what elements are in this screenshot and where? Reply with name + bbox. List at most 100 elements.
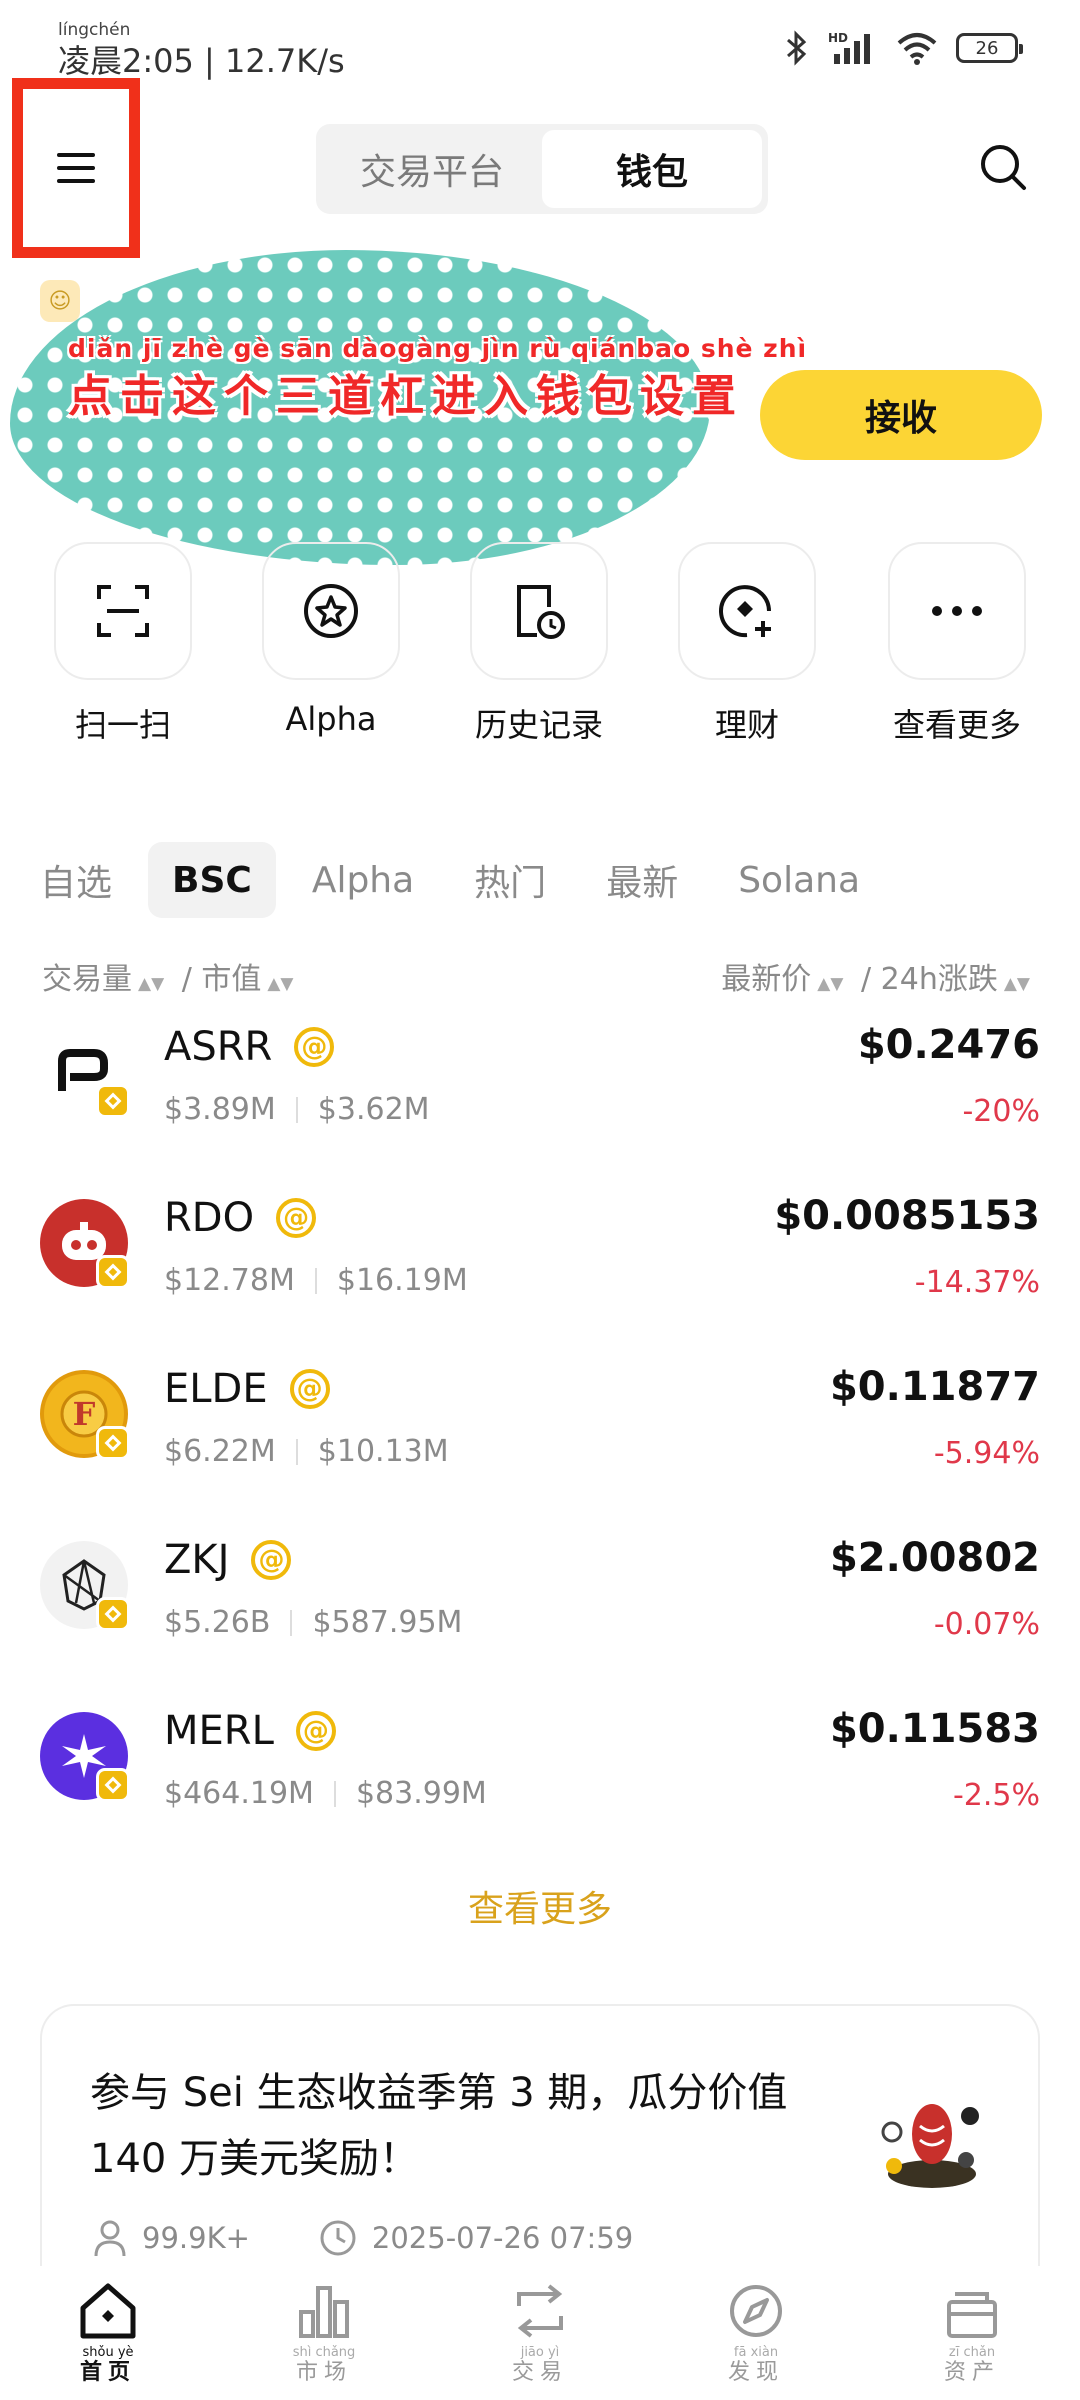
sort-left: 交易量 ▲▼ / 市值 ▲▼ bbox=[42, 954, 302, 998]
sort-change[interactable]: 24h涨跌 bbox=[881, 962, 998, 997]
sort-caret-icon[interactable]: ▲▼ bbox=[817, 974, 843, 994]
segment-wallet[interactable]: 钱包 bbox=[542, 130, 762, 208]
annotation-text: 点击这个三道杠进入钱包设置 bbox=[68, 371, 744, 422]
quick-action-earn[interactable]: 理财 bbox=[678, 542, 816, 746]
token-row[interactable]: F ELDE @ $6.22M $10.13M $0.11877 -5.94% bbox=[40, 1342, 1040, 1492]
token-price: $0.0085153 bbox=[774, 1193, 1040, 1239]
bsc-chain-icon bbox=[96, 1768, 130, 1802]
nav-pinyin: fā xiàn bbox=[733, 2345, 779, 2360]
annotation-pinyin: diǎn jī zhè gè sān dàogàng jìn rù qiánba… bbox=[68, 334, 808, 363]
nav-market[interactable]: shì chǎng 市场 bbox=[234, 2266, 414, 2400]
campaign-title: 参与 Sei 生态收益季第 3 期，瓜分价值 140 万美元奖励！ bbox=[90, 2070, 788, 2182]
token-volume: $5.26B bbox=[164, 1605, 271, 1640]
bsc-chain-icon bbox=[96, 1597, 130, 1631]
bsc-chain-icon bbox=[96, 1255, 130, 1289]
search-icon[interactable] bbox=[978, 142, 1028, 192]
token-change: -14.37% bbox=[914, 1265, 1040, 1300]
wallet-avatar-icon[interactable]: ☺ bbox=[40, 280, 80, 322]
bottom-nav: shǒu yè 首页 shì chǎng 市场 jiāo yì 交易 fā xi… bbox=[0, 2266, 1080, 2400]
token-row[interactable]: MERL @ $464.19M $83.99M $0.11583 -2.5% bbox=[40, 1684, 1040, 1834]
hamburger-menu-icon bbox=[57, 153, 95, 183]
token-symbol: ZKJ bbox=[164, 1537, 230, 1583]
campaign-date: 2025-07-26 07:59 bbox=[371, 2221, 634, 2255]
nav-label: 发现 bbox=[727, 2360, 784, 2385]
history-icon bbox=[517, 585, 565, 639]
token-price: $0.11583 bbox=[829, 1706, 1040, 1752]
token-price: $2.00802 bbox=[829, 1535, 1040, 1581]
token-row[interactable]: ASRR @ $3.89M $3.62M $0.2476 -20% bbox=[40, 1000, 1040, 1150]
clock-icon bbox=[320, 2220, 356, 2256]
quick-action-more[interactable]: 查看更多 bbox=[888, 542, 1026, 746]
token-price: $0.11877 bbox=[829, 1364, 1040, 1410]
nav-label: 资产 bbox=[943, 2360, 1000, 2385]
token-symbol: ASRR bbox=[164, 1024, 273, 1070]
token-volume: $12.78M bbox=[164, 1263, 295, 1298]
token-market-cap: $3.62M bbox=[317, 1092, 430, 1127]
token-symbol: MERL bbox=[164, 1708, 274, 1754]
token-market-cap: $83.99M bbox=[355, 1776, 487, 1811]
market-chart-icon bbox=[299, 2286, 349, 2338]
quick-action-label: 扫一扫 bbox=[74, 706, 171, 744]
menu-button[interactable] bbox=[12, 78, 140, 258]
bsc-chain-icon bbox=[96, 1426, 130, 1460]
sort-caret-icon[interactable]: ▲▼ bbox=[267, 974, 293, 994]
sort-right: 最新价 ▲▼ / 24h涨跌 ▲▼ bbox=[721, 954, 1038, 998]
sort-caret-icon[interactable]: ▲▼ bbox=[1004, 974, 1030, 994]
quick-action-alpha[interactable]: Alpha bbox=[262, 542, 400, 738]
see-more-link[interactable]: 查看更多 bbox=[0, 1880, 1080, 1932]
token-volume: $3.89M bbox=[164, 1092, 276, 1127]
tab-watchlist[interactable]: 自选 bbox=[16, 842, 136, 918]
nav-pinyin: jiāo yì bbox=[520, 2345, 560, 2360]
tab-bsc[interactable]: BSC bbox=[148, 842, 276, 918]
bluetooth-icon bbox=[787, 30, 807, 66]
tab-new[interactable]: 最新 bbox=[582, 842, 702, 918]
wallet-icon bbox=[947, 2292, 997, 2338]
quick-action-label: 查看更多 bbox=[892, 706, 1021, 744]
quick-action-label: Alpha bbox=[285, 700, 377, 738]
svg-text:HD: HD bbox=[828, 31, 848, 45]
nav-trade[interactable]: jiāo yì 交易 bbox=[450, 2266, 630, 2400]
sort-caret-icon[interactable]: ▲▼ bbox=[138, 974, 164, 994]
token-change: -5.94% bbox=[933, 1436, 1040, 1471]
sort-header: 交易量 ▲▼ / 市值 ▲▼ 最新价 ▲▼ / 24h涨跌 ▲▼ bbox=[42, 954, 1038, 998]
campaign-card[interactable]: 参与 Sei 生态收益季第 3 期，瓜分价值 140 万美元奖励！ 99.9K+… bbox=[40, 2004, 1040, 2304]
compass-icon bbox=[730, 2285, 782, 2337]
sort-volume[interactable]: 交易量 bbox=[42, 962, 132, 997]
token-row[interactable]: RDO @ $12.78M $16.19M $0.0085153 -14.37% bbox=[40, 1171, 1040, 1321]
tab-solana[interactable]: Solana bbox=[714, 842, 884, 918]
token-change: -0.07% bbox=[933, 1607, 1040, 1642]
token-market-cap: $16.19M bbox=[336, 1263, 468, 1298]
nav-pinyin: shǒu yè bbox=[82, 2345, 134, 2360]
token-symbol: RDO bbox=[164, 1195, 255, 1241]
nav-discover[interactable]: fā xiàn 发现 bbox=[666, 2266, 846, 2400]
alpha-badge-icon: @ bbox=[251, 1540, 292, 1580]
token-symbol: ELDE bbox=[164, 1366, 268, 1412]
sort-slash: / bbox=[181, 962, 192, 997]
nav-pinyin: shì chǎng bbox=[292, 2345, 356, 2360]
token-volume: $6.22M bbox=[164, 1434, 276, 1469]
quick-action-label: 历史记录 bbox=[474, 706, 603, 744]
status-time: 凌晨2:05 | 12.7K/s bbox=[58, 42, 345, 80]
quick-action-label: 理财 bbox=[714, 706, 779, 744]
nav-assets[interactable]: zī chǎn 资产 bbox=[882, 2266, 1062, 2400]
tab-hot[interactable]: 热门 bbox=[450, 842, 570, 918]
more-icon bbox=[932, 606, 982, 616]
sort-price[interactable]: 最新价 bbox=[721, 962, 811, 997]
campaign-meta: 99.9K+ 2025-07-26 07:59 bbox=[92, 2218, 633, 2258]
quick-action-scan[interactable]: 扫一扫 bbox=[54, 542, 192, 746]
nav-pinyin: zī chǎn bbox=[948, 2345, 996, 2360]
nav-home[interactable]: shǒu yè 首页 bbox=[18, 2266, 198, 2400]
segment-exchange[interactable]: 交易平台 bbox=[322, 130, 542, 208]
receive-button[interactable]: 接收 bbox=[760, 370, 1042, 460]
alpha-badge-icon: @ bbox=[294, 1027, 335, 1067]
sort-market-cap[interactable]: 市值 bbox=[201, 962, 261, 997]
token-row[interactable]: ZKJ @ $5.26B $587.95M $2.00802 -0.07% bbox=[40, 1513, 1040, 1663]
status-icons: HD 26 bbox=[784, 30, 1023, 66]
quick-action-history[interactable]: 历史记录 bbox=[470, 542, 608, 746]
market-tabs: 自选 BSC Alpha 热门 最新 Solana bbox=[40, 842, 896, 918]
wifi-icon bbox=[897, 33, 937, 65]
tab-alpha[interactable]: Alpha bbox=[288, 842, 438, 918]
alpha-star-icon bbox=[304, 584, 358, 638]
home-icon bbox=[80, 2283, 136, 2339]
nav-label: 首页 bbox=[79, 2360, 136, 2385]
